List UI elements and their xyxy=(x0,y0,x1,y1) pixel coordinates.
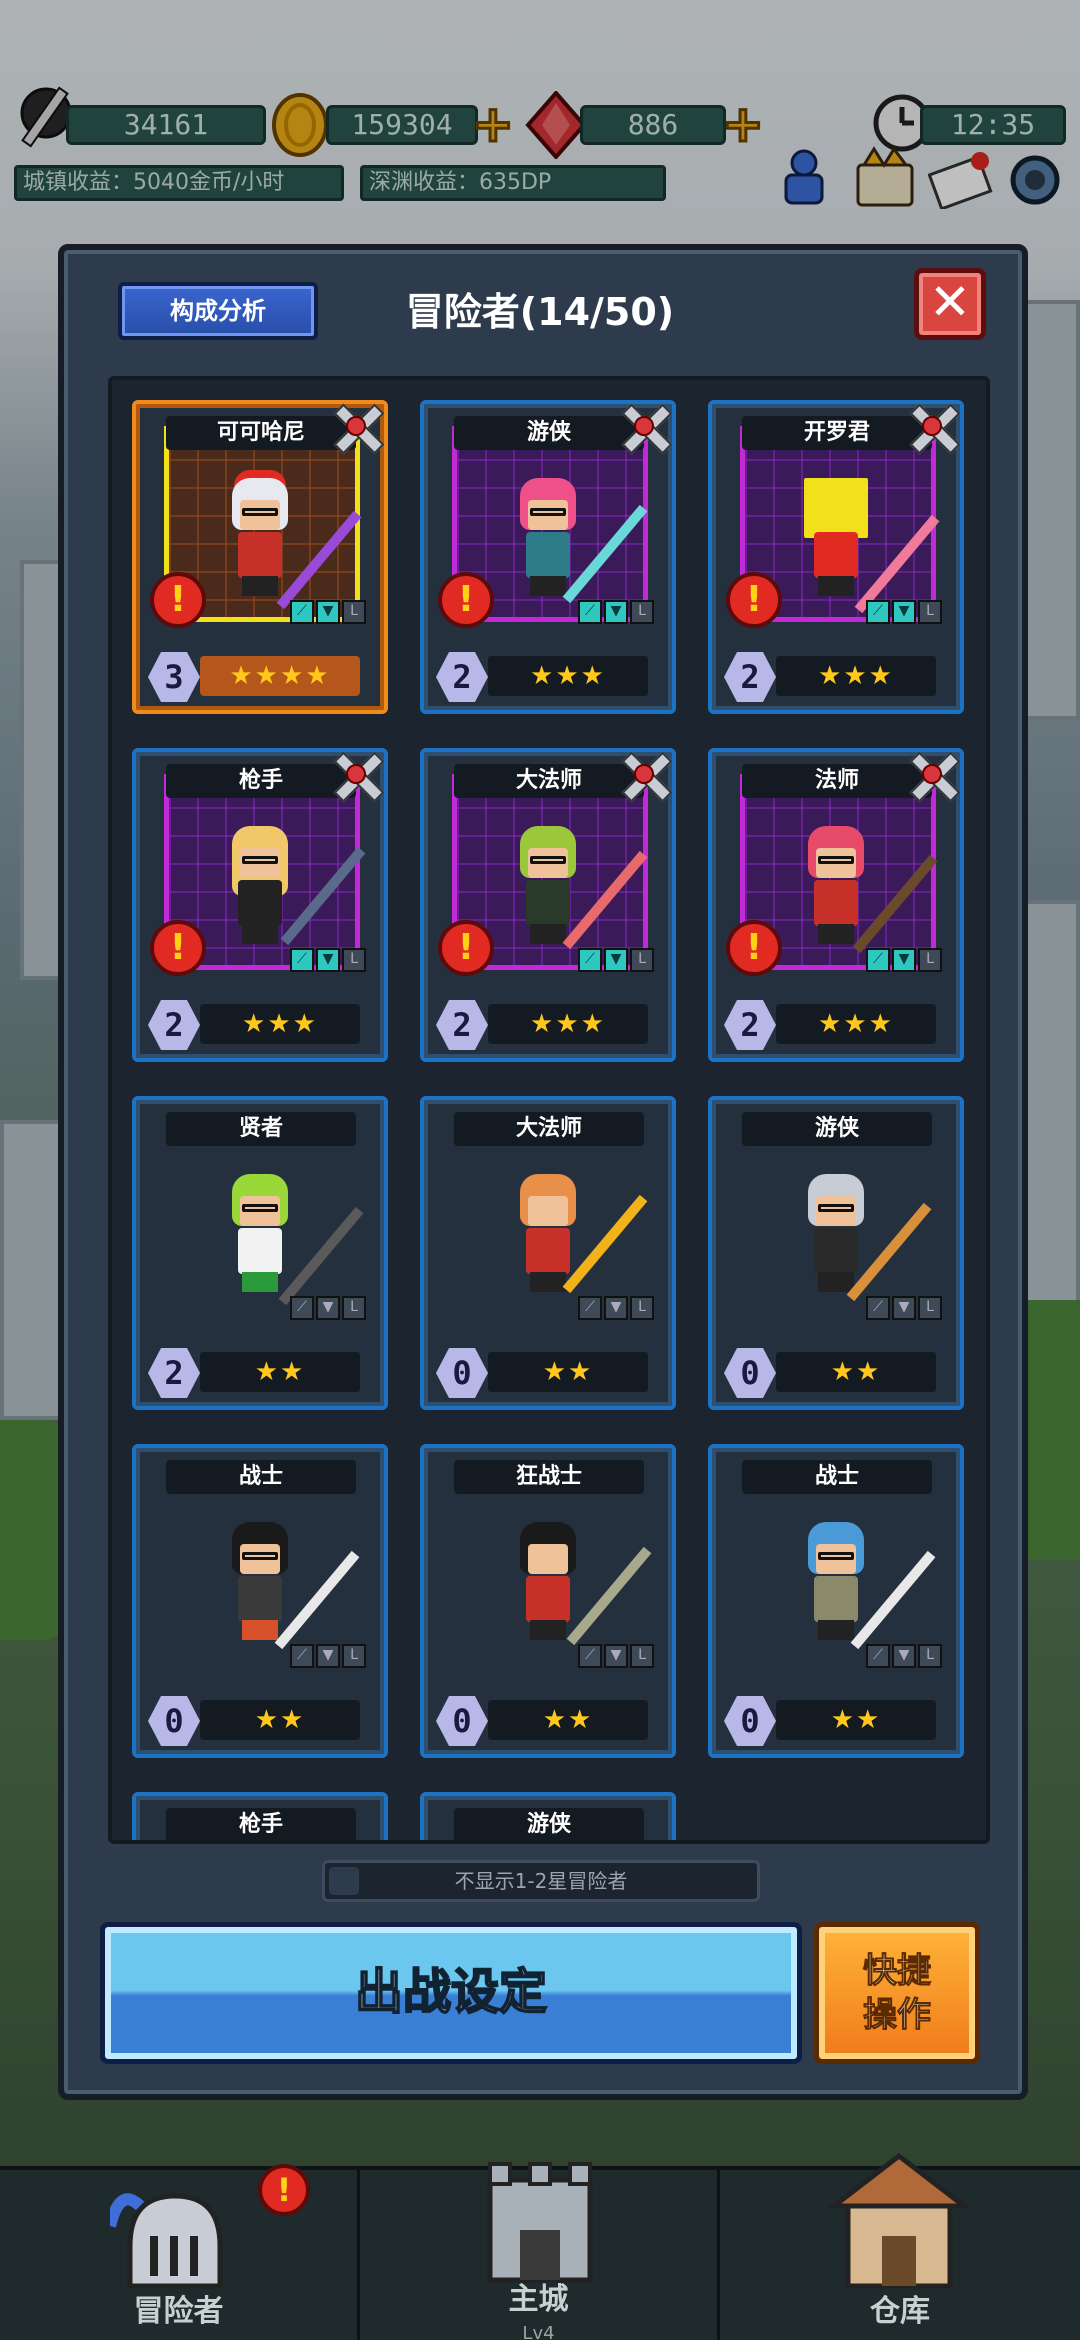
knight-helmet-icon xyxy=(110,2193,223,2289)
level-badge: 2 xyxy=(724,652,776,702)
star-rating: ★★★ xyxy=(488,656,648,696)
nav-main-city-label: 主城 xyxy=(508,2282,569,2317)
level-badge: 0 xyxy=(724,1696,776,1746)
nav-adventurer-label: 冒险者 xyxy=(133,2294,224,2329)
equipment-slots: ⟋ ▼ L xyxy=(290,600,366,624)
adventurer-name: 游侠 xyxy=(742,1112,932,1146)
level-badge: 2 xyxy=(148,1348,200,1398)
adventurer-card[interactable]: 贤者 ⟋ ▼ L 2 ★★ xyxy=(132,1096,388,1410)
star-rating: ★★ xyxy=(776,1352,936,1392)
hide-low-star-toggle[interactable]: 不显示1-2星冒险者 xyxy=(322,1860,760,1902)
star-rating: ★★★ xyxy=(488,1004,648,1044)
level-badge: 2 xyxy=(436,1000,488,1050)
adventurer-card[interactable]: 法师 ! ⟋ ▼ L 2 ★★★ xyxy=(708,748,964,1062)
adventurer-name: 战士 xyxy=(166,1460,356,1494)
alert-icon: ! xyxy=(726,572,782,628)
adventurer-name: 枪手 xyxy=(166,1808,356,1840)
character-sprite xyxy=(796,478,876,598)
equipment-slots: ⟋ ▼ L xyxy=(290,1644,366,1668)
unequip-icon[interactable] xyxy=(904,746,962,804)
unequip-icon[interactable] xyxy=(616,398,674,456)
adventurer-card[interactable]: 枪手 xyxy=(132,1792,388,1840)
character-sprite xyxy=(220,1522,300,1642)
star-rating: ★★ xyxy=(776,1700,936,1740)
adventurer-card[interactable]: 大法师 ! ⟋ ▼ L 2 ★★★ xyxy=(420,748,676,1062)
star-rating: ★★ xyxy=(200,1352,360,1392)
bottom-nav: ! 冒险者 主城 Lv4 仓库 xyxy=(0,2152,1080,2340)
unequip-icon[interactable] xyxy=(328,746,386,804)
adventurer-name: 贤者 xyxy=(166,1112,356,1146)
adventurer-card[interactable]: 大法师 ⟋ ▼ L 0 ★★ xyxy=(420,1096,676,1410)
equipment-slots: ⟋ ▼ L xyxy=(866,948,942,972)
unequip-icon[interactable] xyxy=(904,398,962,456)
sortie-settings-button[interactable]: 出战设定 xyxy=(100,1922,802,2064)
character-sprite xyxy=(508,1522,588,1642)
equipment-slots: ⟋ ▼ L xyxy=(290,1296,366,1320)
level-badge: 3 xyxy=(148,652,200,702)
close-button[interactable]: ✕ xyxy=(914,268,986,340)
composition-analysis-button[interactable]: 构成分析 xyxy=(118,282,318,340)
equipment-slots: ⟋ ▼ L xyxy=(866,600,942,624)
adventurer-card[interactable]: 狂战士 ⟋ ▼ L 0 ★★ xyxy=(420,1444,676,1758)
nav-adventurer[interactable]: ! 冒险者 xyxy=(0,2164,360,2340)
alert-icon: ! xyxy=(438,920,494,976)
level-badge: 0 xyxy=(724,1348,776,1398)
adventurer-card[interactable]: 战士 ⟋ ▼ L 0 ★★ xyxy=(132,1444,388,1758)
adventurer-name: 大法师 xyxy=(454,1112,644,1146)
alert-icon: ! xyxy=(150,572,206,628)
equipment-slots: ⟋ ▼ L xyxy=(578,600,654,624)
character-sprite xyxy=(220,1174,300,1294)
adventurer-card[interactable]: 游侠 xyxy=(420,1792,676,1840)
main-city-level: Lv4 xyxy=(522,2323,555,2340)
character-sprite xyxy=(796,826,876,946)
alert-icon: ! xyxy=(258,2164,310,2216)
quick-action-button[interactable]: 快捷操作 xyxy=(814,1922,980,2064)
adventurer-name: 狂战士 xyxy=(454,1460,644,1494)
level-badge: 0 xyxy=(436,1696,488,1746)
star-rating: ★★★ xyxy=(776,656,936,696)
nav-main-city[interactable]: 主城 Lv4 xyxy=(360,2162,720,2340)
star-rating: ★★★ xyxy=(200,1004,360,1044)
level-badge: 2 xyxy=(436,652,488,702)
star-rating: ★★ xyxy=(200,1700,360,1740)
equipment-slots: ⟋ ▼ L xyxy=(866,1296,942,1320)
level-badge: 2 xyxy=(724,1000,776,1050)
star-rating: ★★★ xyxy=(776,1004,936,1044)
level-badge: 0 xyxy=(436,1348,488,1398)
warehouse-icon xyxy=(826,2152,972,2289)
adventurer-name: 游侠 xyxy=(454,1808,644,1840)
level-badge: 2 xyxy=(148,1000,200,1050)
alert-icon: ! xyxy=(726,920,782,976)
star-rating: ★★ xyxy=(488,1700,648,1740)
character-sprite xyxy=(796,1522,876,1642)
adventurer-card[interactable]: 战士 ⟋ ▼ L 0 ★★ xyxy=(708,1444,964,1758)
equipment-slots: ⟋ ▼ L xyxy=(578,948,654,972)
adventurer-card[interactable]: 游侠 ! ⟋ ▼ L 2 ★★★ xyxy=(420,400,676,714)
toggle-switch[interactable] xyxy=(329,1867,359,1895)
alert-icon: ! xyxy=(438,572,494,628)
star-rating: ★★★★ xyxy=(200,656,360,696)
equipment-slots: ⟋ ▼ L xyxy=(578,1296,654,1320)
adventurer-grid[interactable]: 可可哈尼 ! ⟋ ▼ L 3 ★★★★ 游侠 ! ⟋ ▼ L 2 ★★★ 开罗君… xyxy=(108,376,990,1844)
equipment-slots: ⟋ ▼ L xyxy=(866,1644,942,1668)
equipment-slots: ⟋ ▼ L xyxy=(578,1644,654,1668)
unequip-icon[interactable] xyxy=(328,398,386,456)
unequip-icon[interactable] xyxy=(616,746,674,804)
adventurer-card[interactable]: 枪手 ! ⟋ ▼ L 2 ★★★ xyxy=(132,748,388,1062)
filter-label: 不显示1-2星冒险者 xyxy=(454,1869,628,1893)
equipment-slots: ⟋ ▼ L xyxy=(290,948,366,972)
level-badge: 0 xyxy=(148,1696,200,1746)
adventurer-card[interactable]: 可可哈尼 ! ⟋ ▼ L 3 ★★★★ xyxy=(132,400,388,714)
castle-icon xyxy=(487,2162,593,2283)
alert-icon: ! xyxy=(150,920,206,976)
adventurer-card[interactable]: 开罗君 ! ⟋ ▼ L 2 ★★★ xyxy=(708,400,964,714)
star-rating: ★★ xyxy=(488,1352,648,1392)
adventurer-card[interactable]: 游侠 ⟋ ▼ L 0 ★★ xyxy=(708,1096,964,1410)
panel-title: 冒险者(14/50) xyxy=(405,290,675,334)
character-sprite xyxy=(220,478,300,598)
adventurer-name: 战士 xyxy=(742,1460,932,1494)
nav-warehouse-label: 仓库 xyxy=(870,2294,930,2329)
adventurer-panel: 可可哈尼 ! ⟋ ▼ L 3 ★★★★ 游侠 ! ⟋ ▼ L 2 ★★★ 开罗君… xyxy=(58,244,1028,2100)
nav-warehouse[interactable]: 仓库 xyxy=(720,2152,1080,2340)
